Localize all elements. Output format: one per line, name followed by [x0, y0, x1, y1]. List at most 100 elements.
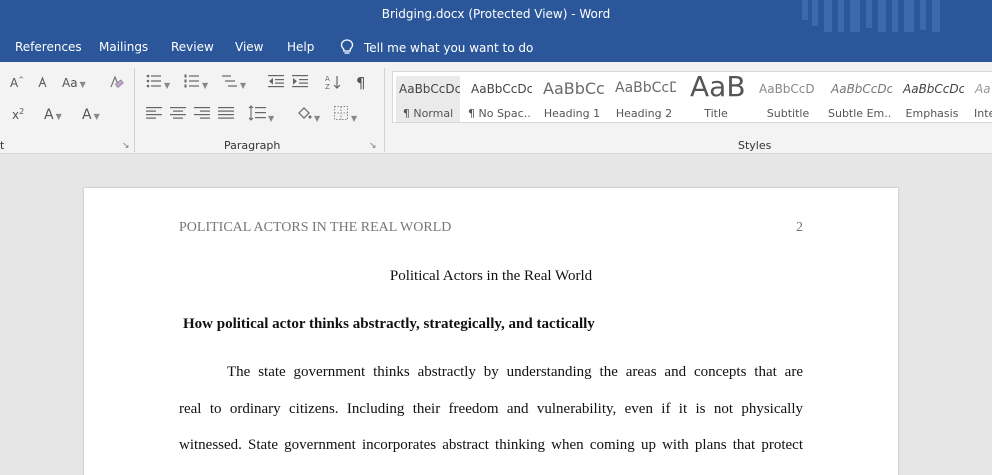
numbering-button[interactable]: ▼: [184, 74, 208, 91]
borders-icon: [334, 106, 348, 120]
document-page[interactable]: POLITICAL ACTORS IN THE REAL WORLD 2 Pol…: [84, 188, 898, 475]
ribbon: A^ Aa ▼ x2 A ▼ A ▼ t ↘ ▼ ▼ ▼ AZ ¶ ▼ ▼ ▼ …: [0, 62, 992, 154]
tab-references[interactable]: References: [15, 40, 82, 54]
increase-indent-button[interactable]: [292, 74, 308, 91]
style-preview: AaBbCcD: [759, 82, 815, 96]
style-emphasis[interactable]: AaBbCcDc Emphasis: [900, 76, 964, 122]
bullets-button[interactable]: ▼: [146, 74, 170, 91]
style-intense-emphasis[interactable]: Aa Inte: [972, 76, 992, 122]
style-normal[interactable]: AaBbCcDc ¶ Normal: [396, 76, 460, 122]
align-center-button[interactable]: [170, 106, 186, 123]
increase-indent-icon: [292, 75, 308, 88]
style-name: ¶ No Spac...: [468, 107, 532, 120]
grow-font-button[interactable]: A^: [10, 76, 24, 90]
clear-formatting-icon[interactable]: [108, 74, 124, 93]
chevron-down-icon: ▼: [79, 80, 86, 89]
tab-view[interactable]: View: [235, 40, 263, 54]
style-name: Heading 1: [543, 107, 601, 120]
paragraph-line: real to ordinary citizens. Including the…: [179, 401, 803, 417]
chevron-down-icon: ▼: [55, 112, 62, 121]
styles-group-label: Styles: [738, 139, 772, 152]
chevron-down-icon: ▼: [351, 114, 358, 123]
justify-button[interactable]: [218, 106, 234, 123]
style-subtle-emphasis[interactable]: AaBbCcDc Subtle Em...: [828, 76, 892, 122]
align-right-icon: [194, 107, 210, 119]
borders-button[interactable]: ▼: [333, 105, 357, 124]
style-preview: AaBbCcDc: [399, 82, 460, 96]
style-preview: AaBbCc: [543, 79, 604, 98]
tell-me-search[interactable]: Tell me what you want to do: [340, 39, 533, 55]
page-header-text: POLITICAL ACTORS IN THE REAL WORLD: [179, 220, 452, 235]
style-name: ¶ Normal: [402, 107, 454, 120]
line-spacing-button[interactable]: ▼: [248, 105, 274, 124]
justify-icon: [218, 107, 234, 119]
chevron-down-icon: ▼: [240, 81, 247, 90]
superscript-button[interactable]: x2: [12, 107, 24, 122]
numbering-icon: [184, 74, 199, 88]
align-right-button[interactable]: [194, 106, 210, 123]
group-divider: [384, 68, 385, 152]
align-center-icon: [170, 107, 186, 119]
style-name: Emphasis: [905, 107, 959, 120]
tab-help[interactable]: Help: [287, 40, 314, 54]
style-heading-1[interactable]: AaBbCc Heading 1: [540, 76, 604, 122]
svg-text:A: A: [325, 75, 330, 83]
group-divider: [134, 68, 135, 152]
style-preview: AaBbCcDc: [471, 82, 532, 96]
line-spacing-icon: [248, 105, 266, 121]
style-preview: AaBbCcD: [615, 80, 676, 96]
font-dialog-launcher-icon[interactable]: ↘: [122, 141, 130, 151]
style-name: Heading 2: [615, 107, 673, 120]
font-group-label: t: [0, 139, 5, 152]
title-bar: Bridging.docx (Protected View) - Word: [0, 0, 992, 32]
paragraph-dialog-launcher-icon[interactable]: ↘: [369, 141, 377, 151]
tab-review[interactable]: Review: [171, 40, 214, 54]
paragraph-line: The state government thinks abstractly b…: [227, 364, 803, 380]
style-preview: AaB: [690, 76, 746, 103]
document-heading: How political actor thinks abstractly, s…: [183, 316, 595, 332]
tell-me-text: Tell me what you want to do: [364, 41, 534, 55]
shading-button[interactable]: ▼: [296, 105, 320, 124]
chevron-down-icon: ▼: [314, 114, 321, 123]
ribbon-tabs: References Mailings Review View Help Tel…: [0, 32, 992, 62]
paragraph-group-label: Paragraph: [224, 139, 281, 152]
style-no-spacing[interactable]: AaBbCcDc ¶ No Spac...: [468, 76, 532, 122]
font-color-button[interactable]: A ▼: [82, 107, 100, 123]
decrease-indent-icon: [268, 75, 284, 88]
change-case-button[interactable]: Aa ▼: [62, 76, 86, 90]
style-heading-2[interactable]: AaBbCcD Heading 2: [612, 76, 676, 122]
paint-bucket-icon: [298, 107, 312, 119]
style-title[interactable]: AaB Title: [684, 76, 748, 122]
decrease-indent-button[interactable]: [268, 74, 284, 91]
shrink-font-icon[interactable]: [37, 76, 49, 91]
chevron-down-icon: ▼: [268, 114, 275, 123]
style-name: Subtle Em...: [828, 107, 892, 120]
styles-gallery: AaBbCcDc ¶ Normal AaBbCcDc ¶ No Spac... …: [392, 71, 992, 123]
style-name: Inte: [974, 107, 992, 120]
chevron-down-icon: ▼: [202, 81, 209, 90]
align-left-button[interactable]: [146, 106, 162, 123]
document-title: Political Actors in the Real World: [389, 268, 593, 284]
text-effects-button[interactable]: A ▼: [44, 107, 62, 123]
style-preview: Aa: [975, 82, 991, 96]
bullets-icon: [146, 74, 161, 88]
tab-mailings[interactable]: Mailings: [99, 40, 148, 54]
lightbulb-icon: [340, 39, 354, 54]
multilevel-list-icon: [222, 75, 237, 87]
style-name: Title: [704, 107, 728, 120]
show-formatting-marks-icon[interactable]: ¶: [356, 74, 366, 92]
style-preview: AaBbCcDc: [903, 82, 964, 96]
sort-icon: AZ: [325, 75, 341, 91]
style-subtitle[interactable]: AaBbCcD Subtitle: [756, 76, 820, 122]
chevron-down-icon: ▼: [164, 81, 171, 90]
sort-button[interactable]: AZ: [325, 74, 341, 93]
page-number: 2: [796, 220, 803, 235]
chevron-down-icon: ▼: [93, 112, 100, 121]
title-bar-decoration-icon: [802, 0, 940, 32]
multilevel-list-button[interactable]: ▼: [222, 74, 246, 91]
align-left-icon: [146, 107, 162, 119]
style-name: Subtitle: [766, 107, 810, 120]
paragraph-line: witnessed. State government incorporates…: [179, 437, 803, 453]
svg-text:Z: Z: [325, 83, 330, 90]
style-preview: AaBbCcDc: [831, 82, 892, 96]
